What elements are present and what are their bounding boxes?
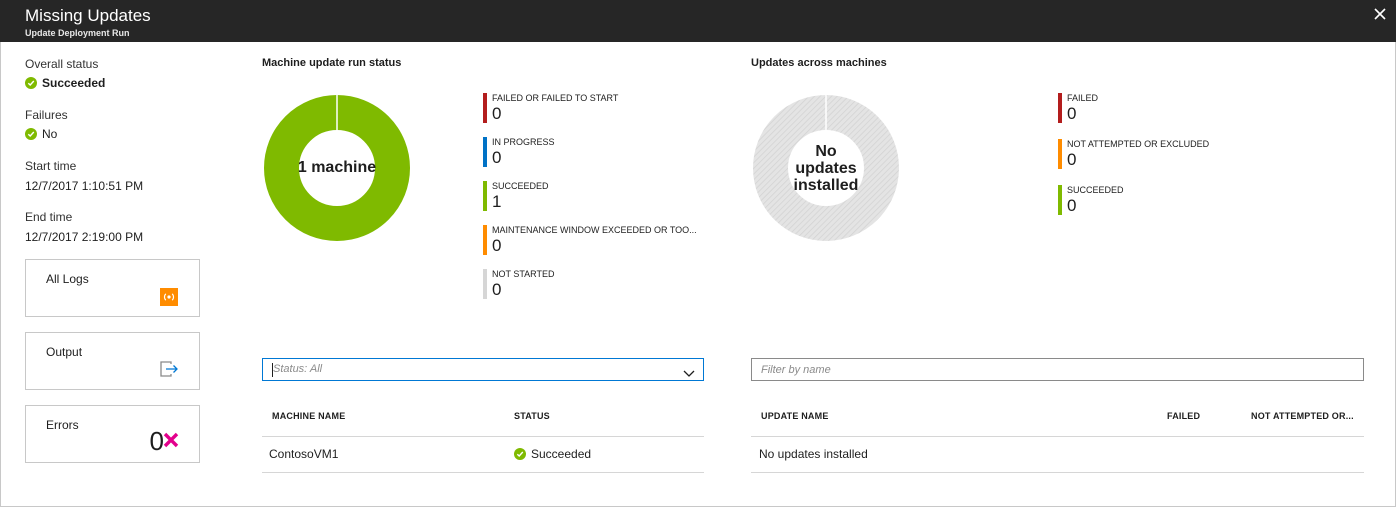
- filter-by-name-input[interactable]: [752, 359, 1363, 380]
- blade-header: Missing Updates Update Deployment Run: [0, 0, 1396, 42]
- legend-value: 0: [492, 104, 502, 123]
- legend-label: IN PROGRESS: [492, 137, 555, 147]
- column-header-not-attempted[interactable]: NOT ATTEMPTED OR...: [1251, 411, 1354, 421]
- legend-label: NOT ATTEMPTED OR EXCLUDED: [1067, 139, 1210, 149]
- table-divider: [262, 436, 704, 437]
- errors-tile[interactable]: Errors 0: [25, 405, 200, 463]
- start-time-label: Start time: [25, 159, 77, 173]
- machine-name-cell[interactable]: ContosoVM1: [269, 447, 338, 461]
- log-analytics-icon: [160, 288, 178, 311]
- failures-value: No: [25, 127, 57, 141]
- failures-label: Failures: [25, 108, 68, 122]
- machine-status-cell: Succeeded: [514, 447, 591, 461]
- machine-status-legend-item: FAILED OR FAILED TO START 0: [483, 93, 618, 124]
- error-x-icon: [163, 432, 179, 453]
- machine-donut-label: 1 machine: [297, 159, 377, 176]
- legend-color-bar: [483, 225, 487, 255]
- updates-legend-item: NOT ATTEMPTED OR EXCLUDED 0: [1058, 139, 1209, 170]
- legend-color-bar: [1058, 93, 1062, 123]
- blade-title: Missing Updates: [25, 6, 151, 25]
- empty-updates-text: No updates installed: [759, 447, 868, 461]
- output-icon: [160, 361, 178, 382]
- legend-value: 1: [492, 192, 502, 211]
- legend-color-bar: [483, 137, 487, 167]
- legend-value: 0: [492, 236, 502, 255]
- end-time-value: 12/7/2017 2:19:00 PM: [25, 230, 144, 244]
- legend-value: 0: [1067, 196, 1077, 215]
- machine-status-legend-item: MAINTENANCE WINDOW EXCEEDED OR TOO... 0: [483, 225, 697, 256]
- all-logs-tile[interactable]: All Logs: [25, 259, 200, 317]
- table-divider: [751, 472, 1364, 473]
- failures-text: No: [42, 127, 58, 141]
- legend-color-bar: [483, 93, 487, 123]
- machine-status-legend-item: SUCCEEDED 1: [483, 181, 549, 212]
- column-header-failed[interactable]: FAILED: [1167, 411, 1200, 421]
- legend-color-bar: [483, 181, 487, 211]
- start-time-value: 12/7/2017 1:10:51 PM: [25, 179, 144, 193]
- errors-label: Errors: [46, 418, 79, 432]
- status-filter-dropdown[interactable]: Status: All: [262, 358, 704, 381]
- blade-subtitle: Update Deployment Run: [25, 28, 130, 38]
- legend-label: NOT STARTED: [492, 269, 555, 279]
- update-name-filter[interactable]: [751, 358, 1364, 381]
- blade-frame: [0, 0, 1396, 507]
- updates-across-title: Updates across machines: [751, 57, 887, 69]
- machine-status-legend-item: NOT STARTED 0: [483, 269, 555, 300]
- close-icon[interactable]: [1372, 6, 1388, 22]
- success-check-icon: [25, 128, 37, 140]
- legend-color-bar: [1058, 139, 1062, 169]
- column-header-machine-name[interactable]: MACHINE NAME: [272, 411, 345, 421]
- updates-legend-item: SUCCEEDED 0: [1058, 185, 1124, 216]
- chevron-down-icon: [683, 365, 695, 383]
- legend-color-bar: [483, 269, 487, 299]
- column-header-update-name[interactable]: UPDATE NAME: [761, 411, 829, 421]
- legend-value: 0: [1067, 150, 1077, 169]
- legend-label: SUCCEEDED: [1067, 185, 1124, 195]
- end-time-label: End time: [25, 210, 73, 224]
- machine-status-title: Machine update run status: [262, 57, 402, 69]
- legend-color-bar: [1058, 185, 1062, 215]
- legend-value: 0: [492, 280, 502, 299]
- machine-status-legend-item: IN PROGRESS 0: [483, 137, 555, 168]
- table-divider: [751, 436, 1364, 437]
- errors-count: 0: [149, 426, 164, 456]
- legend-label: FAILED: [1067, 93, 1099, 103]
- output-tile[interactable]: Output: [25, 332, 200, 390]
- table-divider: [262, 472, 704, 473]
- output-label: Output: [46, 345, 83, 359]
- overall-status-label: Overall status: [25, 57, 99, 71]
- column-header-status[interactable]: STATUS: [514, 411, 550, 421]
- overall-status-text: Succeeded: [42, 76, 106, 90]
- updates-legend-item: FAILED 0: [1058, 93, 1098, 124]
- all-logs-label: All Logs: [46, 272, 89, 286]
- status-filter-placeholder: Status: All: [273, 363, 323, 375]
- success-check-icon: [25, 77, 37, 89]
- updates-donut-label: No updates installed: [793, 143, 859, 194]
- legend-value: 0: [1067, 104, 1077, 123]
- legend-label: SUCCEEDED: [492, 181, 549, 191]
- legend-value: 0: [492, 148, 502, 167]
- legend-label: MAINTENANCE WINDOW EXCEEDED OR TOO...: [492, 225, 697, 235]
- legend-label: FAILED OR FAILED TO START: [492, 93, 619, 103]
- machine-status-text: Succeeded: [531, 447, 592, 461]
- overall-status-value: Succeeded: [25, 76, 105, 90]
- success-check-icon: [514, 448, 526, 460]
